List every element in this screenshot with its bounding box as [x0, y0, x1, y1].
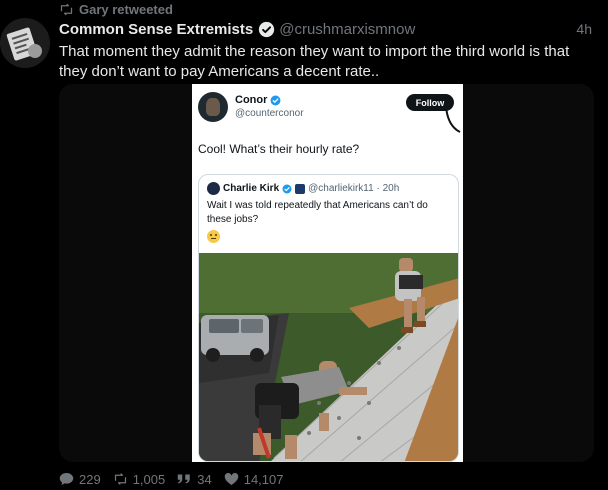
- quote-author-meta: @charliekirk11 · 20h: [308, 183, 400, 194]
- retweet-icon: [114, 473, 126, 485]
- verified-icon: [282, 184, 292, 193]
- conor-avatar: [198, 92, 228, 122]
- retweet-icon: [60, 3, 73, 15]
- like-icon: [224, 472, 238, 485]
- quote-button[interactable]: 34: [177, 471, 212, 487]
- tweet-text: That moment they admit the reason they w…: [59, 43, 570, 80]
- reply-button[interactable]: 229: [59, 472, 101, 487]
- quote-text: Wait I was told repeatedly that American…: [207, 200, 428, 225]
- tweet-time[interactable]: 4h: [576, 21, 592, 37]
- verified-icon: [270, 95, 281, 105]
- tweet-header: Common Sense Extremists @crushmarxismnow…: [59, 19, 592, 39]
- verified-icon: [259, 21, 275, 37]
- reply-text: Cool! What’s their hourly rate?: [198, 142, 360, 156]
- quote-icon: [178, 474, 190, 484]
- retweet-count: 1,005: [132, 471, 166, 487]
- like-button[interactable]: 14,107: [224, 471, 284, 487]
- quote-count: 34: [197, 471, 212, 487]
- author-handle[interactable]: @crushmarxismnow: [279, 21, 415, 38]
- tweet-media[interactable]: Conor @counterconor Follow Cool! What’s …: [59, 84, 594, 462]
- reply-icon: [59, 473, 74, 485]
- quote-author-avatar: [207, 182, 220, 195]
- retweet-indicator[interactable]: Gary retweeted: [59, 1, 173, 17]
- quoted-tweet: Charlie Kirk @charliekirk11 · 20h Wait I…: [198, 174, 459, 462]
- embedded-screenshot: Conor @counterconor Follow Cool! What’s …: [192, 84, 463, 462]
- reply-count: 229: [79, 471, 101, 487]
- conor-name: Conor: [235, 94, 268, 106]
- conor-handle: @counterconor: [235, 108, 304, 119]
- affiliation-badge-icon: [295, 183, 306, 194]
- author-name[interactable]: Common Sense Extremists: [59, 21, 253, 38]
- author-avatar[interactable]: [0, 18, 50, 68]
- parked-truck: [201, 315, 269, 362]
- roof-photo: [199, 253, 458, 461]
- thinking-emoji-icon: [207, 230, 220, 243]
- retweet-button[interactable]: 1,005: [113, 471, 166, 487]
- retweet-label: Gary retweeted: [79, 1, 173, 17]
- like-count: 14,107: [243, 471, 284, 487]
- tweet-actions: 229 1,005 34 14,107: [59, 471, 295, 487]
- annotation-line: [444, 94, 461, 133]
- quote-author-name: Charlie Kirk: [223, 183, 280, 194]
